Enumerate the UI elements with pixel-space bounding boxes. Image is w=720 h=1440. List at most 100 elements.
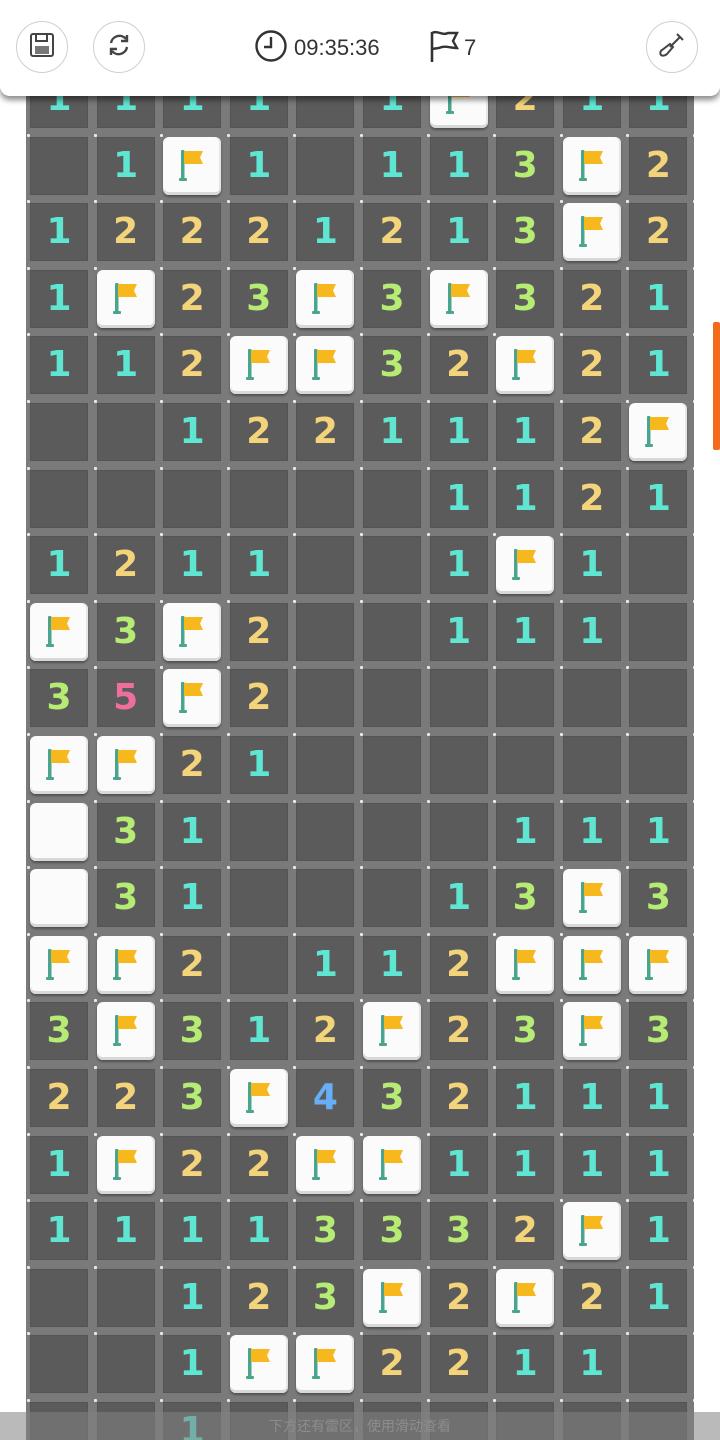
flagged-cell[interactable] <box>496 536 555 595</box>
number-cell[interactable]: 1 <box>629 1069 688 1127</box>
empty-cell[interactable] <box>363 802 421 861</box>
empty-cell[interactable] <box>163 469 222 528</box>
number-cell[interactable]: 3 <box>30 1002 88 1061</box>
flagged-cell[interactable] <box>496 336 555 395</box>
number-cell[interactable]: 2 <box>496 96 555 128</box>
number-cell[interactable]: 1 <box>96 336 155 395</box>
number-cell[interactable]: 2 <box>562 336 621 395</box>
restart-button[interactable] <box>93 21 145 73</box>
empty-cell[interactable] <box>296 96 355 128</box>
number-cell[interactable]: 1 <box>229 1002 288 1061</box>
empty-cell[interactable] <box>363 602 421 661</box>
scroll-indicator[interactable] <box>713 322 720 450</box>
flagged-cell[interactable] <box>96 935 155 994</box>
number-cell[interactable]: 1 <box>429 403 488 461</box>
number-cell[interactable]: 4 <box>296 1069 355 1127</box>
number-cell[interactable]: 3 <box>296 1268 355 1327</box>
number-cell[interactable]: 2 <box>229 203 288 262</box>
empty-cell[interactable] <box>229 469 288 528</box>
flagged-cell[interactable] <box>96 1002 155 1061</box>
number-cell[interactable]: 3 <box>363 336 421 395</box>
number-cell[interactable]: 1 <box>629 1268 688 1327</box>
flagged-cell[interactable] <box>163 602 222 661</box>
flagged-cell[interactable] <box>363 1135 421 1194</box>
dig-mode-button[interactable] <box>646 21 698 73</box>
empty-cell[interactable] <box>629 1335 688 1394</box>
number-cell[interactable]: 3 <box>30 669 88 728</box>
number-cell[interactable]: 1 <box>429 1135 488 1194</box>
empty-cell[interactable] <box>429 802 488 861</box>
number-cell[interactable]: 1 <box>163 869 222 928</box>
empty-cell[interactable] <box>30 1335 88 1394</box>
number-cell[interactable]: 1 <box>562 1135 621 1194</box>
empty-cell[interactable] <box>296 869 355 928</box>
number-cell[interactable]: 3 <box>229 269 288 328</box>
flagged-cell[interactable] <box>296 336 355 395</box>
empty-cell[interactable] <box>229 869 288 928</box>
empty-cell[interactable] <box>562 669 621 728</box>
number-cell[interactable]: 1 <box>629 1202 688 1261</box>
flagged-cell[interactable] <box>96 1135 155 1194</box>
number-cell[interactable]: 1 <box>30 1202 88 1261</box>
number-cell[interactable]: 1 <box>296 203 355 262</box>
unopened-cell[interactable] <box>30 802 88 861</box>
number-cell[interactable]: 2 <box>562 469 621 528</box>
flagged-cell[interactable] <box>296 1135 355 1194</box>
number-cell[interactable]: 2 <box>229 669 288 728</box>
number-cell[interactable]: 3 <box>496 269 555 328</box>
flagged-cell[interactable] <box>96 736 155 794</box>
flagged-cell[interactable] <box>629 403 688 461</box>
flagged-cell[interactable] <box>229 1335 288 1394</box>
number-cell[interactable]: 3 <box>496 136 555 195</box>
flagged-cell[interactable] <box>163 669 222 728</box>
number-cell[interactable]: 2 <box>96 1069 155 1127</box>
number-cell[interactable]: 2 <box>229 602 288 661</box>
flagged-cell[interactable] <box>363 1268 421 1327</box>
number-cell[interactable]: 1 <box>163 536 222 595</box>
flagged-cell[interactable] <box>30 736 88 794</box>
flagged-cell[interactable] <box>30 935 88 994</box>
flagged-cell[interactable] <box>296 1335 355 1394</box>
number-cell[interactable]: 3 <box>96 869 155 928</box>
number-cell[interactable]: 1 <box>429 469 488 528</box>
flagged-cell[interactable] <box>429 96 488 128</box>
number-cell[interactable]: 2 <box>163 336 222 395</box>
number-cell[interactable]: 1 <box>30 203 88 262</box>
flagged-cell[interactable] <box>562 1202 621 1261</box>
number-cell[interactable]: 2 <box>429 1069 488 1127</box>
number-cell[interactable]: 3 <box>163 1069 222 1127</box>
empty-cell[interactable] <box>429 669 488 728</box>
number-cell[interactable]: 1 <box>562 602 621 661</box>
empty-cell[interactable] <box>296 136 355 195</box>
number-cell[interactable]: 3 <box>296 1202 355 1261</box>
flagged-cell[interactable] <box>562 1002 621 1061</box>
number-cell[interactable]: 3 <box>496 869 555 928</box>
empty-cell[interactable] <box>562 736 621 794</box>
number-cell[interactable]: 1 <box>629 96 688 128</box>
number-cell[interactable]: 1 <box>562 536 621 595</box>
number-cell[interactable]: 2 <box>496 1202 555 1261</box>
number-cell[interactable]: 2 <box>96 536 155 595</box>
flagged-cell[interactable] <box>363 1002 421 1061</box>
empty-cell[interactable] <box>229 935 288 994</box>
number-cell[interactable]: 1 <box>429 869 488 928</box>
flagged-cell[interactable] <box>229 336 288 395</box>
empty-cell[interactable] <box>30 136 88 195</box>
number-cell[interactable]: 2 <box>629 203 688 262</box>
flagged-cell[interactable] <box>496 935 555 994</box>
number-cell[interactable]: 1 <box>429 536 488 595</box>
number-cell[interactable]: 1 <box>30 96 88 128</box>
flagged-cell[interactable] <box>163 136 222 195</box>
number-cell[interactable]: 2 <box>562 1268 621 1327</box>
number-cell[interactable]: 1 <box>30 536 88 595</box>
number-cell[interactable]: 2 <box>363 203 421 262</box>
number-cell[interactable]: 3 <box>96 802 155 861</box>
number-cell[interactable]: 1 <box>496 802 555 861</box>
number-cell[interactable]: 2 <box>229 1268 288 1327</box>
number-cell[interactable]: 3 <box>363 269 421 328</box>
number-cell[interactable]: 1 <box>30 269 88 328</box>
number-cell[interactable]: 3 <box>429 1202 488 1261</box>
number-cell[interactable]: 2 <box>163 269 222 328</box>
number-cell[interactable]: 2 <box>163 203 222 262</box>
empty-cell[interactable] <box>296 536 355 595</box>
